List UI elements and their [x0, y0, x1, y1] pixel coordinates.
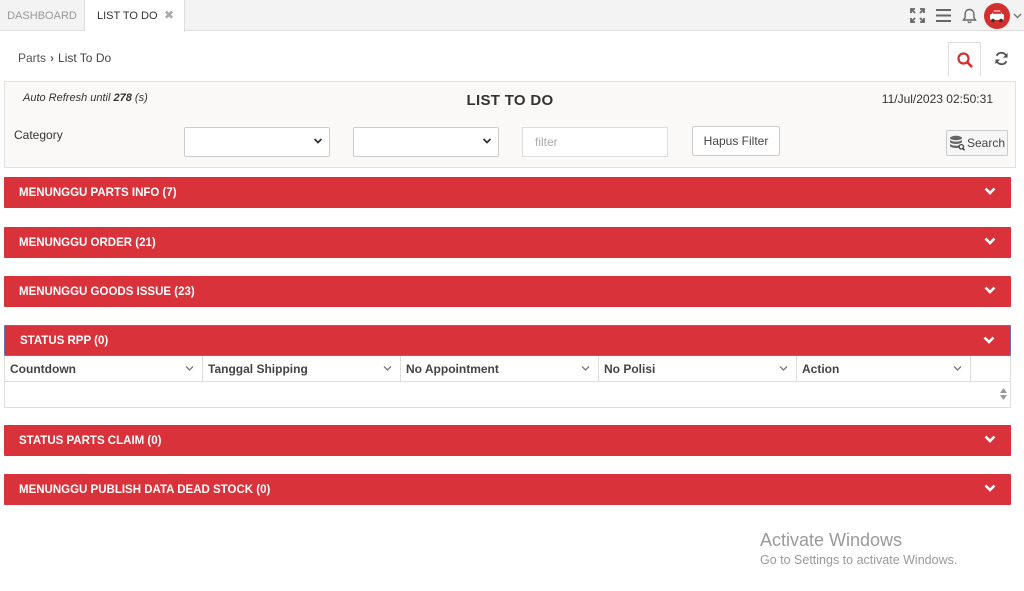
car-icon [990, 10, 1004, 22]
column-label: No Appointment [406, 362, 499, 376]
column-label: No Polisi [604, 362, 656, 376]
grid-scrollbar[interactable] [996, 382, 1010, 406]
section-menunggu-publish-data-dead-stock[interactable]: MENUNGGU PUBLISH DATA DEAD STOCK (0) [4, 474, 1011, 505]
subcategory-select[interactable] [353, 127, 499, 157]
chevron-down-icon [482, 138, 492, 144]
breadcrumb-separator: › [50, 51, 55, 65]
section-label: MENUNGGU GOODS ISSUE (23) [19, 285, 195, 298]
chevron-down-icon[interactable] [383, 364, 392, 373]
chevron-down-icon [983, 336, 995, 344]
category-label: Category [14, 128, 63, 142]
activate-windows-subtitle: Go to Settings to activate Windows. [760, 553, 958, 567]
chevron-down-icon[interactable] [779, 364, 788, 373]
section-menunggu-parts-info[interactable]: MENUNGGU PARTS INFO (7) [4, 177, 1011, 208]
chevron-down-icon [984, 187, 996, 195]
top-bar: DASHBOARD LIST TO DO ✖ [0, 0, 1024, 32]
breadcrumb: Parts › List To Do [18, 51, 111, 65]
bell-icon[interactable] [956, 3, 982, 29]
grid-header: Countdown Tanggal Shipping No Appointmen… [5, 356, 1010, 382]
section-label: MENUNGGU ORDER (21) [19, 236, 156, 249]
chevron-down-icon[interactable] [581, 364, 590, 373]
column-header-countdown[interactable]: Countdown [5, 356, 203, 382]
chevron-down-icon[interactable] [185, 364, 194, 373]
column-header-action[interactable]: Action [797, 356, 971, 382]
chevron-down-icon[interactable] [953, 364, 962, 373]
chevron-down-icon [313, 138, 323, 144]
column-header-no-polisi[interactable]: No Polisi [599, 356, 797, 382]
chevron-down-icon [984, 237, 996, 245]
chevron-down-icon [984, 435, 996, 443]
search-toggle-button[interactable] [948, 42, 981, 76]
section-menunggu-order[interactable]: MENUNGGU ORDER (21) [4, 227, 1011, 258]
timestamp: 11/Jul/2023 02:50:31 [881, 92, 993, 106]
grid-body [5, 382, 995, 406]
column-label: Countdown [10, 362, 76, 376]
column-header-no-appointment[interactable]: No Appointment [401, 356, 599, 382]
tab-list-to-do[interactable]: LIST TO DO ✖ [85, 0, 185, 32]
chevron-down-icon [984, 286, 996, 294]
scroll-up-icon[interactable] [999, 388, 1007, 393]
chevron-down-icon [984, 484, 996, 492]
fullscreen-icon[interactable] [904, 3, 930, 29]
search-button[interactable]: Search [946, 130, 1008, 156]
section-label: STATUS PARTS CLAIM (0) [19, 434, 162, 447]
filter-input[interactable] [522, 127, 668, 157]
section-status-rpp[interactable]: STATUS RPP (0) [4, 325, 1011, 356]
tab-list-to-do-label: LIST TO DO [97, 10, 158, 22]
avatar[interactable] [984, 2, 1010, 29]
filter-panel: Auto Refresh until 278 (s) LIST TO DO 11… [4, 81, 1016, 168]
top-icons [904, 0, 1024, 31]
hapus-filter-button[interactable]: Hapus Filter [692, 126, 780, 156]
column-header-tanggal-shipping[interactable]: Tanggal Shipping [203, 356, 401, 382]
activate-windows-title: Activate Windows [760, 530, 903, 550]
refresh-button[interactable] [989, 46, 1013, 70]
category-select[interactable] [184, 127, 330, 157]
tab-dashboard-label: DASHBOARD [7, 9, 77, 22]
status-rpp-grid: Countdown Tanggal Shipping No Appointmen… [4, 356, 1011, 408]
menu-icon[interactable] [930, 3, 956, 29]
chevron-down-icon[interactable] [1010, 13, 1024, 19]
breadcrumb-parts[interactable]: Parts [18, 51, 46, 65]
section-label: STATUS RPP (0) [20, 334, 109, 347]
page-title: LIST TO DO [466, 92, 554, 109]
section-label: MENUNGGU PUBLISH DATA DEAD STOCK (0) [19, 483, 271, 496]
column-label: Tanggal Shipping [208, 362, 308, 376]
search-icon [956, 51, 973, 68]
section-status-parts-claim[interactable]: STATUS PARTS CLAIM (0) [4, 425, 1011, 456]
section-label: MENUNGGU PARTS INFO (7) [19, 186, 177, 199]
search-button-label: Search [966, 136, 1006, 150]
tab-dashboard[interactable]: DASHBOARD [0, 0, 85, 31]
section-menunggu-goods-issue[interactable]: MENUNGGU GOODS ISSUE (23) [4, 276, 1011, 307]
close-icon[interactable]: ✖ [164, 8, 174, 22]
database-search-icon [949, 135, 965, 151]
refresh-icon [994, 51, 1008, 65]
column-label: Action [802, 362, 840, 376]
scroll-down-icon[interactable] [999, 395, 1007, 400]
breadcrumb-current: List To Do [58, 51, 112, 65]
